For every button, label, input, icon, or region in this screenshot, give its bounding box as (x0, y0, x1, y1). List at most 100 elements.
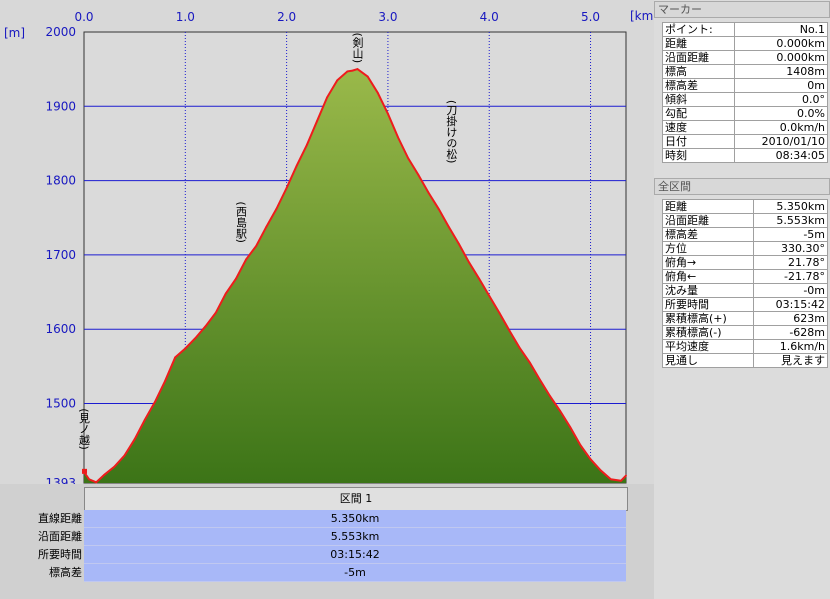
waypoint-label: (剣山) (351, 33, 364, 64)
property-value: -21.78° (752, 269, 829, 284)
property-value: 2010/01/10 (733, 134, 829, 149)
total-section-title[interactable]: 全区間 (654, 178, 830, 195)
property-value: 5.553km (752, 213, 829, 228)
summary-row: 標高差 -5m (0, 564, 654, 582)
total-table: 距離 5.350km 沿面距離 5.553km 標高差 -5m 方位 330.30° 俯角→ 21… (662, 199, 829, 368)
section-summary: 区間 1 直線距離 5.350km 沿面距離 5.553km 所要時間 03:1… (0, 484, 654, 599)
profile-point (346, 70, 349, 73)
elevation-chart[interactable]: 2000 1900 1800 1700 1600 1500 1393 0.0 1.0 2.0 3.0… (0, 0, 654, 484)
section-row: 沿面距離 5.553km (662, 213, 829, 228)
marker-section-title[interactable]: マーカー (654, 1, 830, 18)
summary-row: 沿面距離 5.553km (0, 528, 654, 546)
start-marker[interactable] (82, 468, 87, 474)
y-tick-label: 1393 (45, 476, 76, 484)
profile-point (204, 325, 207, 328)
property-label: 日付 (662, 134, 735, 149)
profile-point (255, 245, 258, 247)
summary-label: 標高差 (49, 566, 82, 579)
property-value: 623m (752, 311, 829, 326)
profile-point (245, 258, 247, 261)
x-tick-label: 2.0 (277, 10, 296, 24)
profile-point (427, 191, 430, 194)
profile-point (184, 347, 187, 350)
profile-point (265, 225, 268, 228)
section-row: 所要時間 03:15:42 (662, 297, 829, 312)
summary-value: 5.350km (84, 510, 626, 528)
summary-label: 直線距離 (38, 512, 82, 525)
section-row: 俯角← -21.78° (662, 269, 829, 284)
property-label: 累積標高(+) (662, 311, 754, 326)
summary-value: 5.553km (84, 528, 626, 546)
profile-point (356, 68, 359, 71)
property-label: 勾配 (662, 106, 735, 121)
property-label: 距離 (662, 36, 735, 51)
property-label: 距離 (662, 199, 754, 214)
profile-point (285, 187, 288, 189)
section-header[interactable]: 区間 1 (84, 487, 628, 511)
profile-point (305, 144, 308, 146)
profile-point (88, 478, 90, 481)
profile-point (154, 401, 156, 403)
marker-row: 沿面距離 0.000km (662, 50, 829, 65)
profile-point (549, 395, 551, 397)
y-tick-label: 2000 (45, 25, 76, 39)
property-label: 沿面距離 (662, 213, 754, 228)
section-row: 俯角→ 21.78° (662, 255, 829, 270)
y-tick-label: 1900 (45, 99, 76, 113)
profile-point (95, 481, 98, 484)
x-tick-label: 5.0 (581, 10, 600, 24)
profile-point (609, 478, 612, 481)
property-value: 08:34:05 (733, 148, 829, 163)
property-value: 21.78° (752, 255, 829, 270)
marker-row: ポイント: No.1 (662, 22, 829, 37)
profile-point (113, 465, 116, 468)
property-label: 方位 (662, 241, 754, 256)
profile-point (224, 292, 227, 295)
marker-row: 傾斜 0.0° (662, 92, 829, 107)
profile-point (123, 454, 126, 457)
profile-point (336, 79, 339, 82)
profile-point (579, 444, 582, 447)
y-tick-label: 1700 (45, 248, 76, 262)
property-label: ポイント: (662, 22, 735, 37)
property-label: 累積標高(-) (662, 325, 754, 340)
profile-point (559, 410, 562, 412)
section-row: 距離 5.350km (662, 199, 829, 214)
profile-point (133, 438, 136, 441)
section-row: 方位 330.30° (662, 241, 829, 256)
property-label: 標高差 (662, 227, 754, 242)
profile-point (620, 479, 622, 482)
x-unit-label: [km] (630, 9, 654, 23)
profile-point (589, 458, 592, 461)
section-row: 標高差 -5m (662, 227, 829, 242)
marker-table: ポイント: No.1 距離 0.000km 沿面距離 0.000km 標高 1408m 標高差 0… (662, 22, 829, 163)
property-label: 俯角← (662, 269, 754, 284)
marker-row: 距離 0.000km (662, 36, 829, 51)
profile-point (164, 380, 166, 383)
profile-point (478, 277, 481, 280)
profile-point (326, 96, 329, 99)
profile-point (447, 225, 450, 228)
property-value: 0m (733, 78, 829, 93)
property-value: 5.350km (752, 199, 829, 214)
profile-point (174, 356, 177, 359)
property-label: 標高差 (662, 78, 735, 93)
property-value: 0.000km (733, 36, 829, 51)
summary-label: 沿面距離 (38, 530, 82, 543)
marker-row: 時刻 08:34:05 (662, 148, 829, 163)
profile-point (143, 418, 146, 421)
profile-point (194, 337, 197, 340)
property-label: 平均速度 (662, 339, 754, 354)
profile-point (275, 207, 278, 210)
profile-point (468, 261, 470, 264)
property-label: 俯角→ (662, 255, 754, 270)
profile-point (508, 329, 511, 332)
profile-point (437, 207, 440, 210)
x-tick-label: 4.0 (480, 10, 499, 24)
profile-point (316, 120, 318, 123)
waypoint-label: (見ノ越) (78, 408, 91, 450)
summary-label: 所要時間 (38, 548, 82, 561)
profile-point (376, 92, 379, 94)
property-value: 0.0° (733, 92, 829, 107)
property-value: -0m (752, 283, 829, 298)
